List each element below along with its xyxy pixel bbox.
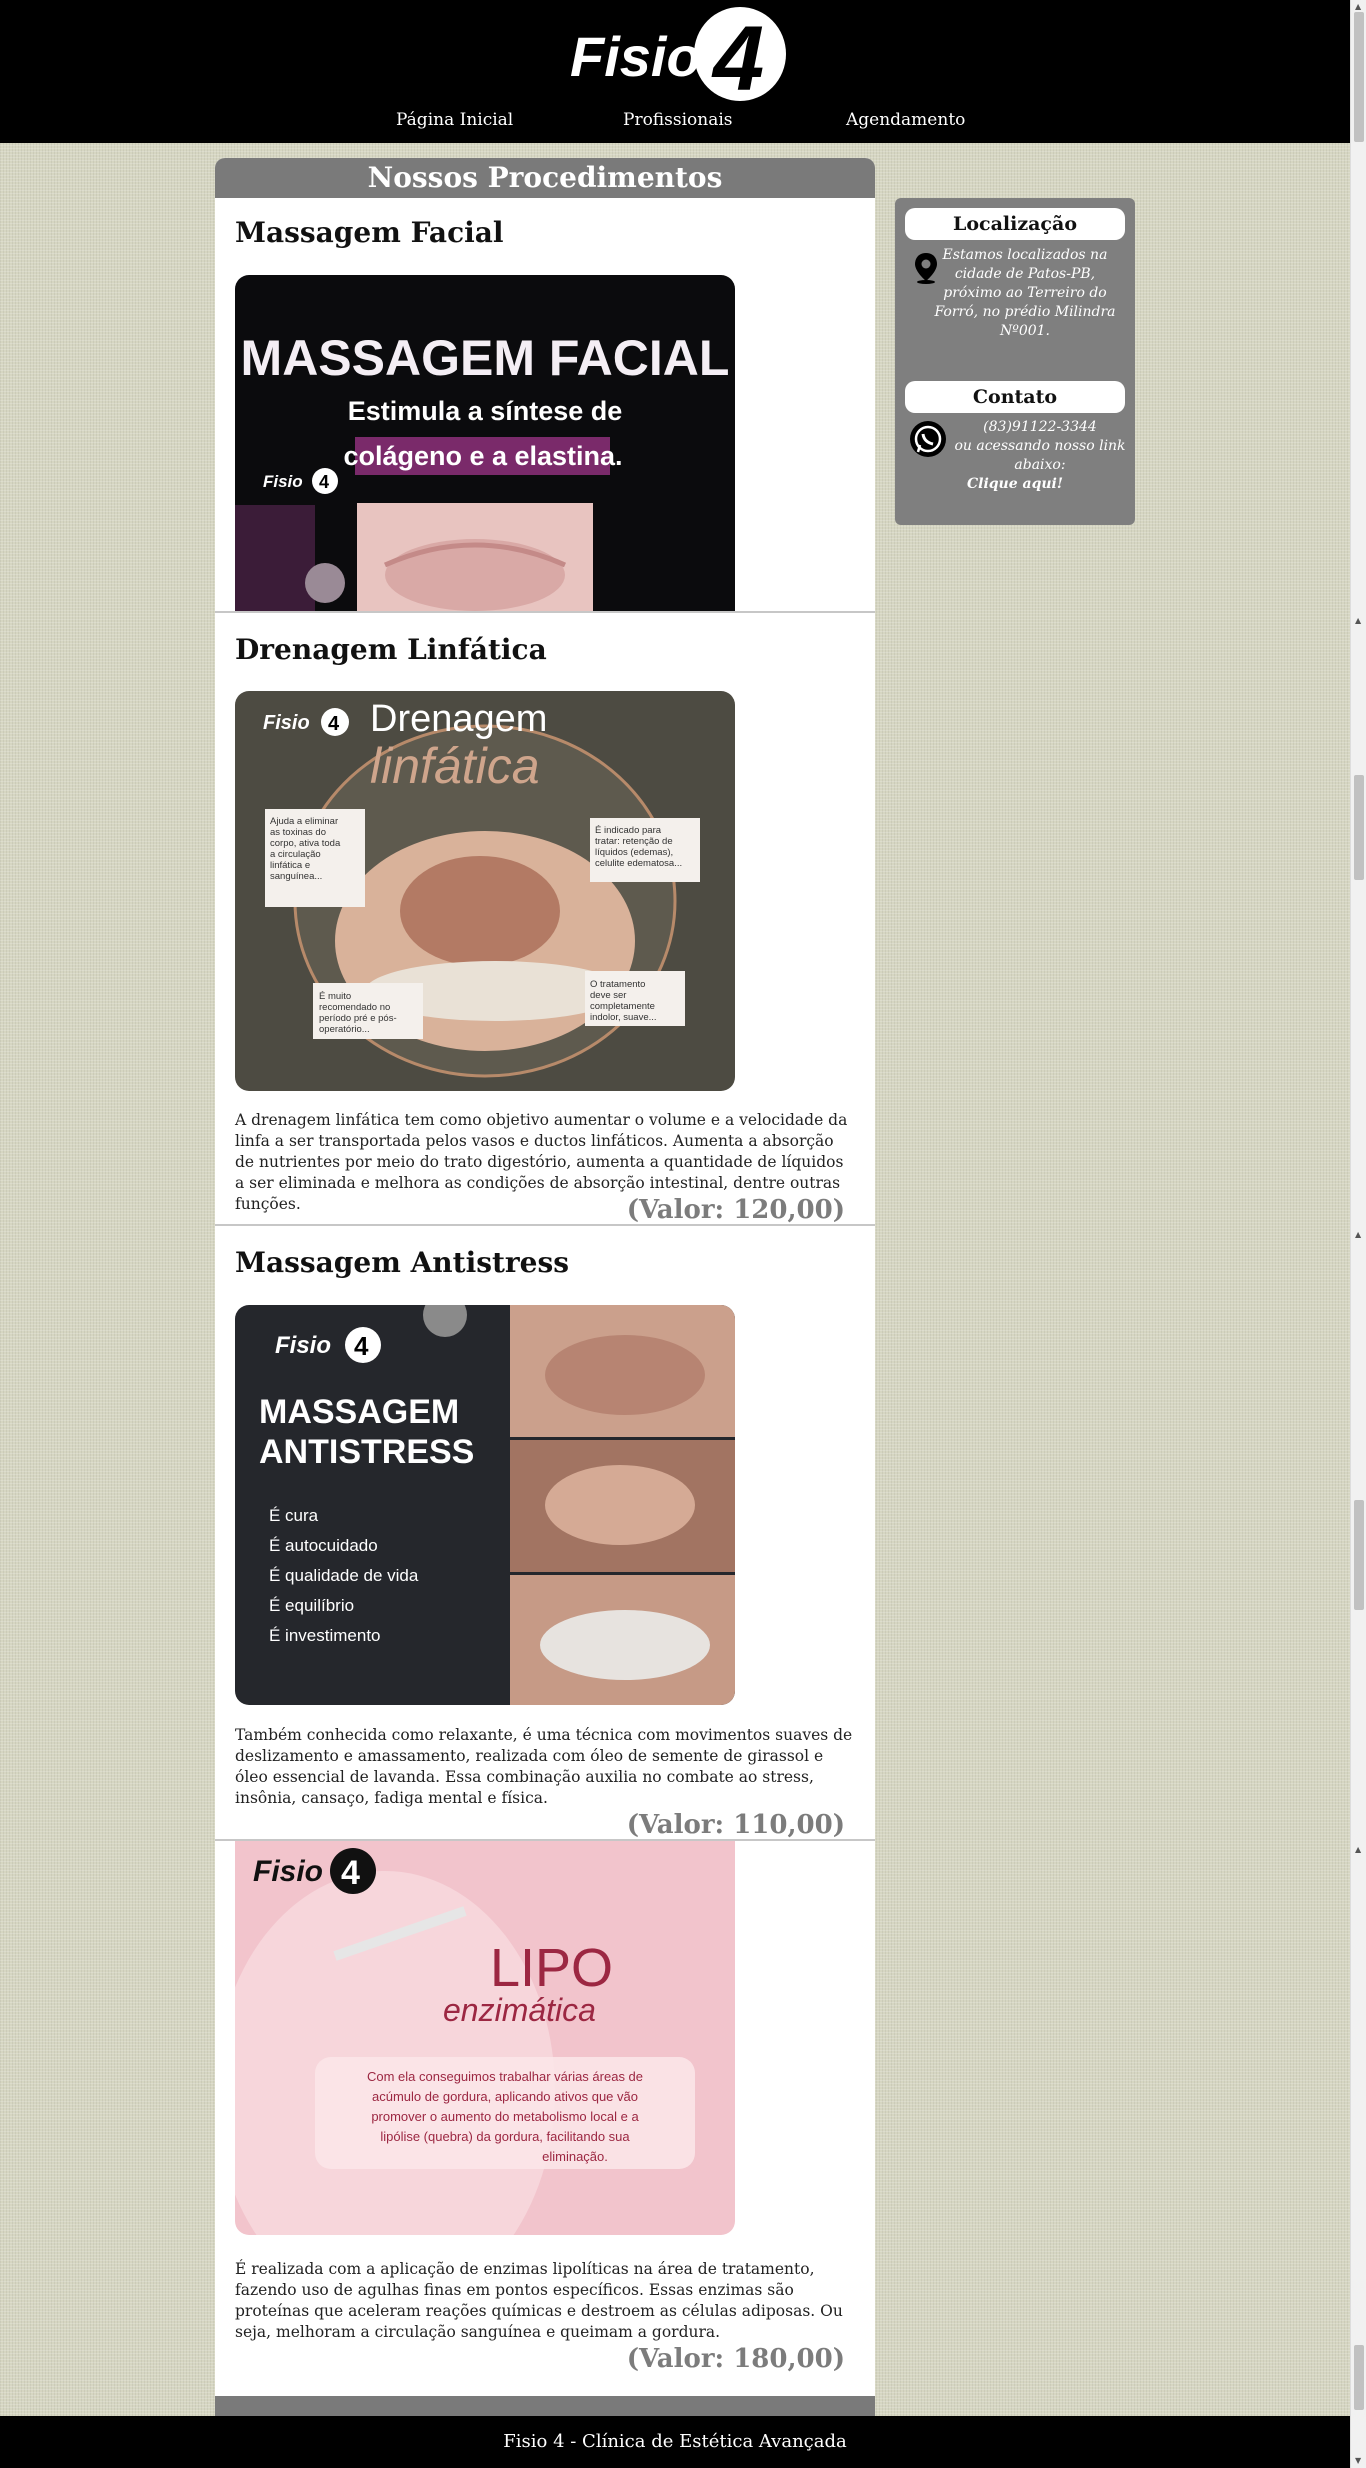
procedure-description: É realizada com a aplicação de enzimas l… [235,2260,843,2341]
svg-text:Fisio: Fisio [570,25,701,88]
svg-text:Fisio: Fisio [275,1332,331,1359]
procedure-card-drainage: Drenagem Linfática Fisio 4 Drenagem linf… [215,613,875,1225]
svg-text:4: 4 [328,713,340,735]
svg-text:4: 4 [711,8,764,104]
procedure-description: Também conhecida como relaxante, é uma t… [235,1726,853,1807]
location-text: Estamos localizados na cidade de Patos-P… [934,247,1116,339]
site-footer: Fisio 4 - Clínica de Estética Avançada [0,2416,1350,2468]
scroll-up-icon[interactable]: ▲ [1355,616,1361,625]
antistress-massage-image: Fisio 4 MASSAGEM ANTISTRESS É cura É auto… [235,1305,735,1705]
svg-text:LIPO: LIPO [490,1938,613,1998]
facial-massage-image: MASSAGEM FACIAL Estimula a síntese de co… [235,275,735,615]
site-header: Fisio 4 Página Inicial Profissionais Age… [0,0,1366,143]
svg-text:Fisio: Fisio [253,1855,323,1888]
location-title: Localização [905,208,1125,240]
contact-phone: (83)91122-3344 [983,419,1097,435]
svg-text:Fisio: Fisio [263,712,310,734]
panel-footer-bar [215,2396,875,2416]
procedure-title: Massagem Facial [235,216,504,249]
scroll-up-icon[interactable]: ▲ [1355,1845,1361,1854]
svg-text:ANTISTRESS: ANTISTRESS [259,1433,474,1471]
svg-text:Fisio: Fisio [263,472,303,491]
svg-text:4: 4 [354,1331,369,1361]
contact-link[interactable]: Clique aqui! [965,475,1065,494]
scroll-up-icon[interactable]: ▲ [1355,1230,1361,1239]
procedure-price: (Valor: 180,00) [626,2344,845,2374]
nav-professionals[interactable]: Profissionais [623,110,733,130]
procedure-title: Massagem Antistress [235,1246,570,1279]
scroll-down-icon[interactable]: ▼ [1355,2456,1361,2465]
enzymatic-lipo-image: Fisio 4 LIPO enzimática Com ela consegui… [235,1841,735,2235]
svg-text:colágeno e a elastina.: colágeno e a elastina. [343,441,622,471]
svg-text:MASSAGEM FACIAL: MASSAGEM FACIAL [241,330,730,386]
contact-title: Contato [905,381,1125,413]
svg-text:MASSAGEM: MASSAGEM [259,1393,459,1431]
procedure-card-antistress: Massagem Antistress Fisio 4 MASSAGEM ANT… [215,1226,875,1840]
svg-text:Drenagem: Drenagem [370,698,547,740]
svg-text:linfática: linfática [370,738,540,794]
lymphatic-drainage-image: Fisio 4 Drenagem linfática Ajuda a elimi… [235,691,735,1091]
svg-text:4: 4 [341,1854,360,1892]
svg-text:4: 4 [319,472,329,492]
svg-text:Estimula a síntese de: Estimula a síntese de [348,396,623,426]
procedure-price: (Valor: 110,00) [626,1810,845,1840]
sidebar-info: Localização Estamos localizados na cidad… [895,198,1135,525]
scroll-thumb[interactable] [1354,2345,1364,2410]
panel-title: Nossos Procedimentos [215,158,875,198]
page-scrollbar[interactable]: ▲ ▲ ▲ ▲ ▼ [1350,0,1366,2468]
nav-scheduling[interactable]: Agendamento [846,110,965,130]
svg-text:enzimática: enzimática [443,1992,596,2028]
procedure-card-facial: Massagem Facial MASSAGEM FACIAL Estimula… [215,198,875,615]
procedures-panel: Nossos Procedimentos Massagem Facial MAS… [215,158,875,2416]
scroll-thumb[interactable] [1354,12,1364,142]
contact-text: ou acessando nosso link abaixo: [954,438,1126,473]
whatsapp-icon[interactable] [909,420,947,458]
procedure-title: Drenagem Linfática [235,633,547,666]
procedure-card-lipo: Fisio 4 LIPO enzimática Com ela consegui… [215,1841,875,2396]
scroll-thumb[interactable] [1354,1500,1364,1610]
scroll-thumb[interactable] [1354,775,1364,880]
fisio4-logo[interactable]: Fisio 4 [570,4,790,104]
nav-home[interactable]: Página Inicial [396,110,513,130]
scroll-up-icon[interactable]: ▲ [1355,2,1361,11]
procedure-price: (Valor: 120,00) [626,1195,845,1225]
